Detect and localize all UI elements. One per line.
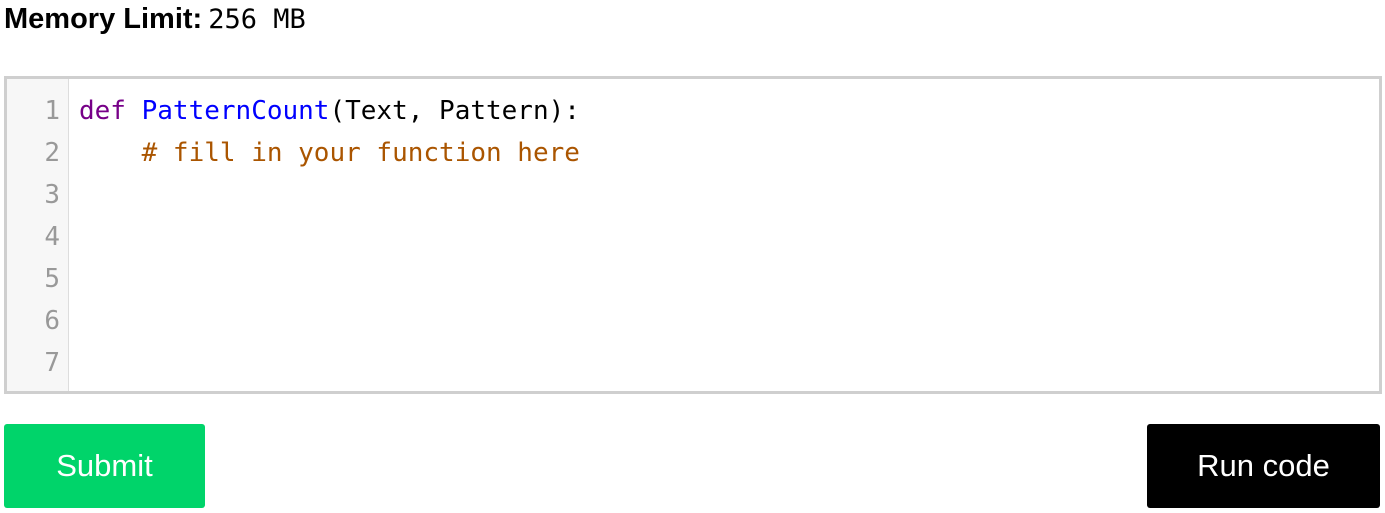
code-line[interactable]: # fill in your function here xyxy=(79,132,580,174)
line-number: 3 xyxy=(44,180,60,210)
submit-button[interactable]: Submit xyxy=(4,424,205,508)
line-number-gutter: 1 2 3 4 5 6 7 xyxy=(7,79,69,391)
line-number: 4 xyxy=(44,222,60,252)
line-number: 6 xyxy=(44,306,60,336)
code-editor[interactable]: 1 2 3 4 5 6 7 def PatternCount(Text, Pat… xyxy=(4,76,1382,394)
parameters-token: (Text, Pattern): xyxy=(329,96,580,126)
line-number: 1 xyxy=(44,96,60,126)
code-line[interactable]: def PatternCount(Text, Pattern): xyxy=(79,90,580,132)
memory-limit: Memory Limit: 256 MB xyxy=(4,0,306,38)
comment-token: # fill in your function here xyxy=(141,138,580,168)
line-number: 2 xyxy=(44,138,60,168)
line-number: 5 xyxy=(44,264,60,294)
function-name-token: PatternCount xyxy=(141,96,330,126)
run-code-button[interactable]: Run code xyxy=(1147,424,1380,508)
keyword-token: def xyxy=(79,96,126,126)
memory-limit-label: Memory Limit: xyxy=(4,3,203,35)
memory-limit-value: 256 MB xyxy=(208,4,306,35)
line-number: 7 xyxy=(44,348,60,378)
indent-token xyxy=(79,138,142,168)
